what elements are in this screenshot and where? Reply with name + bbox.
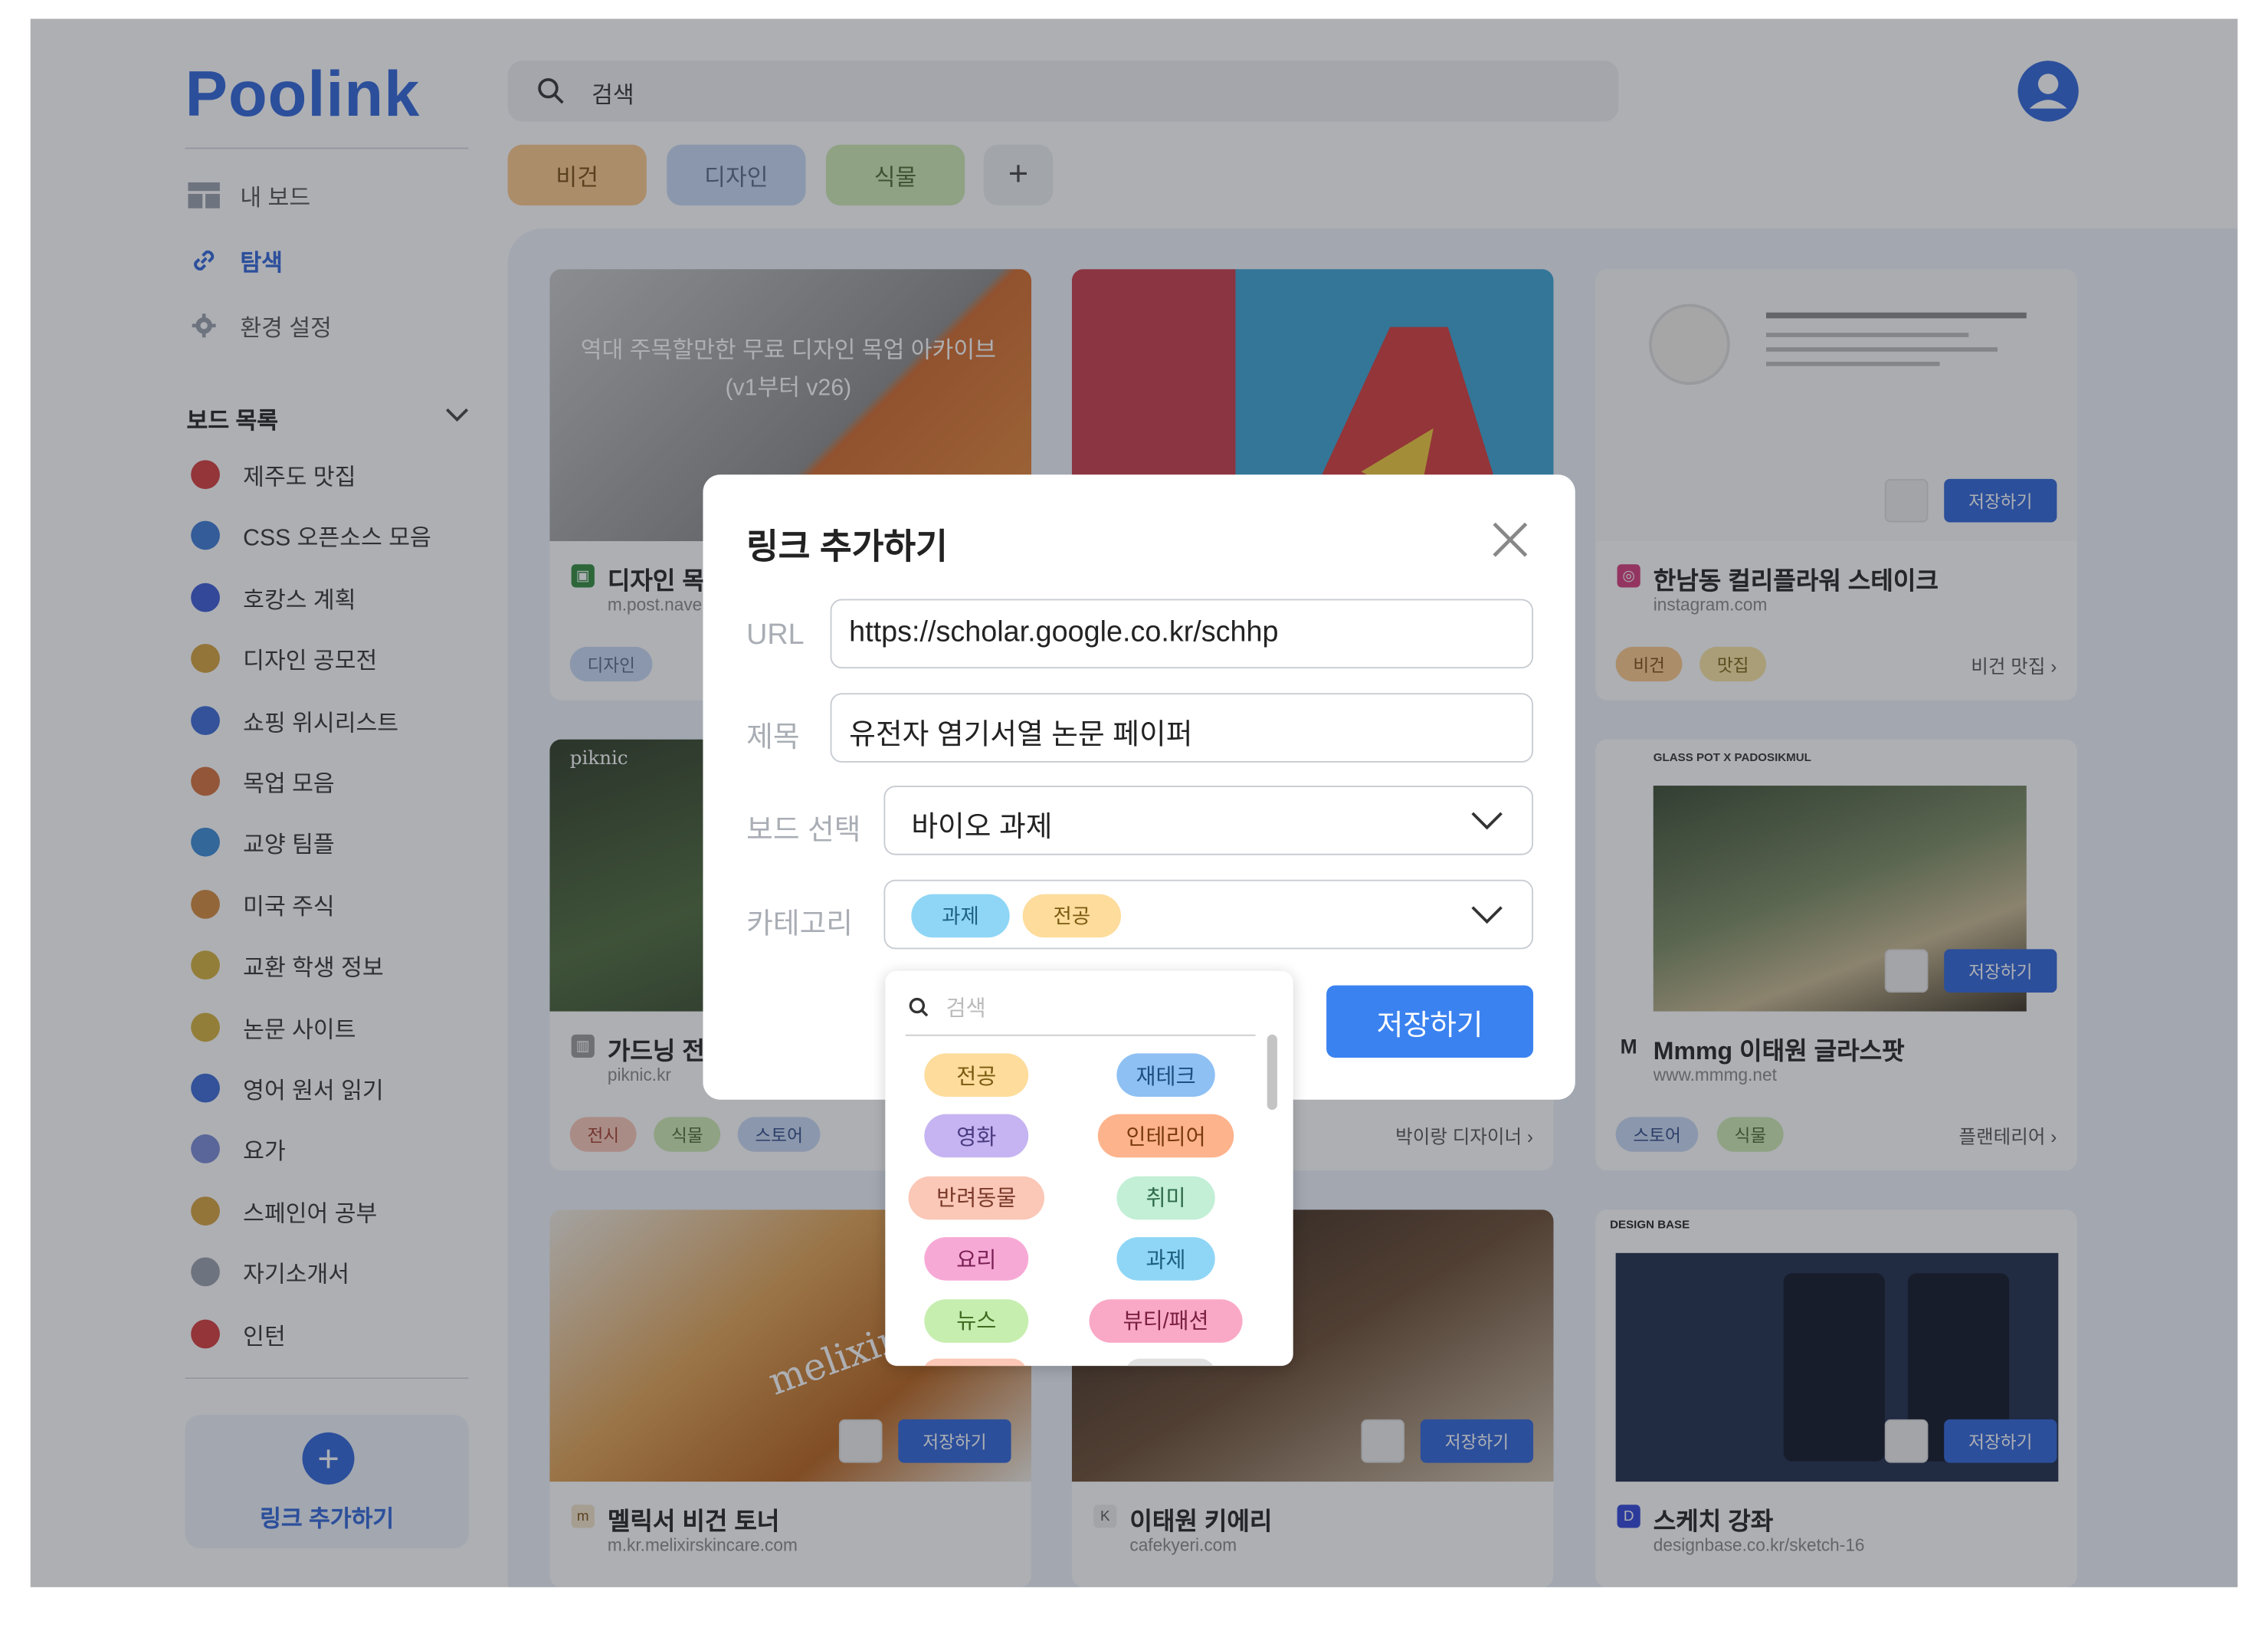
selected-category-chip[interactable]: 과제 [911,894,1010,938]
search-icon [909,997,929,1017]
category-option[interactable]: 뷰티/패션 [1089,1298,1243,1343]
category-option[interactable]: 전공 [924,1053,1029,1097]
divider [905,1034,1256,1036]
category-option[interactable]: 취미 [1116,1176,1215,1220]
category-label: 카테고리 [746,908,854,941]
category-option[interactable]: 뉴스 [924,1298,1029,1343]
category-option[interactable]: 영화 [924,1114,1029,1158]
title-label: 제목 [746,722,800,754]
board-label: 보드 선택 [746,814,861,847]
url-value: https://scholar.google.co.kr/schhp [849,616,1279,648]
partial-option [923,1358,1027,1367]
url-field[interactable]: https://scholar.google.co.kr/schhp [830,599,1534,669]
board-value: 바이오 과제 [911,812,1053,844]
category-select[interactable]: 과제 전공 [883,879,1534,950]
modal-save-button[interactable]: 저장하기 [1326,985,1534,1058]
category-option[interactable]: 요리 [924,1237,1029,1282]
dropdown-scrollbar[interactable] [1267,1034,1277,1110]
chevron-down-icon [1471,812,1503,830]
category-option[interactable]: 인테리어 [1097,1114,1234,1158]
title-value: 유전자 염기서열 논문 페이퍼 [849,719,1193,751]
title-field[interactable]: 유전자 염기서열 논문 페이퍼 [830,693,1534,763]
category-option[interactable]: 반려동물 [908,1176,1044,1220]
app-window: Poolink 내 보드 탐색 환경 설정 보드 목록 제주도 맛집 CSS 오픈… [30,18,2238,1587]
partial-option [1125,1358,1215,1367]
dropdown-search-input[interactable]: 검색 [946,993,986,1023]
chevron-down-icon [1471,906,1503,924]
url-label: URL [746,619,805,651]
board-select[interactable]: 바이오 과제 [883,786,1534,855]
modal-title: 링크 추가하기 [746,528,948,568]
selected-category-chip[interactable]: 전공 [1022,894,1122,938]
close-icon[interactable] [1490,520,1530,560]
category-option[interactable]: 과제 [1116,1237,1215,1282]
category-option[interactable]: 재테크 [1116,1053,1215,1097]
category-dropdown: 검색 전공 재테크영화 인테리어반려동물 취미요리 과제뉴스 뷰티/패션 [885,970,1293,1367]
